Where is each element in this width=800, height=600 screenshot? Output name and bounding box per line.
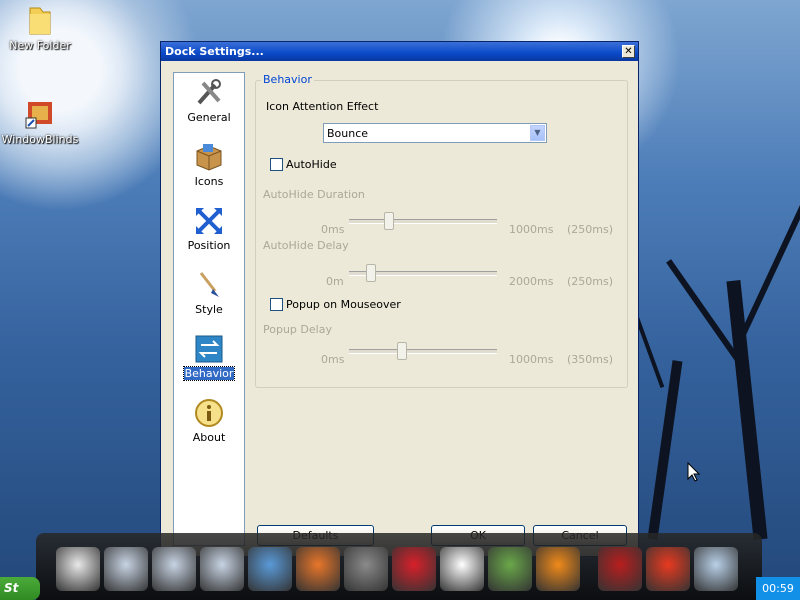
- vlc-icon[interactable]: [536, 547, 580, 591]
- flash-icon[interactable]: [598, 547, 642, 591]
- nav-item-label: Behavior: [182, 366, 236, 381]
- desktop-icon-windowblinds[interactable]: WindowBlinds: [0, 98, 80, 146]
- autohide-delay-value: (250ms): [567, 275, 614, 288]
- nav-item-position[interactable]: Position: [174, 205, 244, 252]
- taskbar-clock: 00:59: [756, 577, 800, 600]
- opera-icon[interactable]: [392, 547, 436, 591]
- autohide-label: AutoHide: [286, 158, 337, 171]
- nav-item-label: About: [192, 431, 226, 444]
- windowblinds-icon: [24, 98, 56, 130]
- mouse-cursor-icon: [687, 461, 701, 485]
- info-icon: [193, 397, 225, 429]
- nav-item-behavior[interactable]: Behavior: [174, 333, 244, 381]
- attention-effect-label: Icon Attention Effect: [266, 100, 379, 113]
- presentation-icon[interactable]: [56, 547, 100, 591]
- autohide-duration-value: (250ms): [567, 223, 614, 236]
- nav-item-label: Position: [187, 239, 231, 252]
- desktop-icon-label: WindowBlinds: [1, 133, 79, 146]
- nav-item-style[interactable]: Style: [174, 269, 244, 316]
- autohide-delay-min: 0m: [326, 275, 344, 288]
- chevron-down-icon[interactable]: ▼: [530, 125, 545, 141]
- folder-icon[interactable]: [152, 547, 196, 591]
- desktop-icon-new-folder[interactable]: New Folder: [0, 4, 80, 52]
- firefox-icon[interactable]: [296, 547, 340, 591]
- autohide-duration-max: 1000ms: [509, 223, 554, 236]
- arrows-icon: [193, 205, 225, 237]
- dialog-titlebar[interactable]: Dock Settings... ✕: [161, 42, 638, 61]
- dialog-title: Dock Settings...: [165, 45, 264, 58]
- close-button[interactable]: ✕: [622, 45, 635, 58]
- group-title: Behavior: [261, 73, 314, 87]
- autohide-duration-thumb[interactable]: [383, 212, 394, 230]
- popup-delay-label: Popup Delay: [263, 323, 332, 336]
- settings-nav: General Icons Position Style Behavior Ab…: [173, 72, 245, 546]
- desktop-icon-label: New Folder: [9, 39, 71, 52]
- popup-delay-value: (350ms): [567, 353, 614, 366]
- autohide-delay-max: 2000ms: [509, 275, 554, 288]
- messenger-icon[interactable]: [248, 547, 292, 591]
- behavior-icon: [193, 333, 225, 365]
- popup-delay-track: [349, 349, 497, 354]
- brush-icon: [193, 269, 225, 301]
- recycle-bin-icon[interactable]: [694, 547, 738, 591]
- popup-label: Popup on Mouseover: [286, 298, 401, 311]
- folder-icon: [24, 4, 56, 36]
- box-icon: [193, 141, 225, 173]
- tree-trunk: [647, 360, 683, 540]
- tree-branch: [740, 205, 800, 335]
- nav-item-about[interactable]: About: [174, 397, 244, 444]
- nav-item-icons[interactable]: Icons: [174, 141, 244, 188]
- tools-icon: [193, 77, 225, 109]
- popup-delay-thumb[interactable]: [397, 342, 408, 360]
- attention-effect-select[interactable]: Bounce ▼: [323, 123, 547, 143]
- autohide-duration-track: [349, 219, 497, 224]
- autohide-delay-label: AutoHide Delay: [263, 239, 349, 252]
- folder-icon[interactable]: [200, 547, 244, 591]
- popup-checkbox[interactable]: [270, 298, 283, 311]
- close-icon: ✕: [624, 46, 633, 57]
- nav-item-label: General: [187, 111, 231, 124]
- yandex-icon[interactable]: [440, 547, 484, 591]
- photo-icon[interactable]: [488, 547, 532, 591]
- dock-settings-dialog: Dock Settings... ✕ General Icons Positio…: [160, 41, 639, 557]
- autohide-duration-min: 0ms: [321, 223, 345, 236]
- nav-item-general[interactable]: General: [174, 77, 244, 124]
- start-button[interactable]: St: [0, 577, 40, 600]
- nav-item-label: Style: [195, 303, 223, 316]
- folder-icon[interactable]: [104, 547, 148, 591]
- attention-effect-value: Bounce: [327, 127, 369, 140]
- autohide-delay-thumb[interactable]: [366, 264, 377, 282]
- p-icon[interactable]: [646, 547, 690, 591]
- autohide-checkbox[interactable]: [270, 158, 283, 171]
- popup-delay-min: 0ms: [321, 353, 345, 366]
- popup-delay-max: 1000ms: [509, 353, 554, 366]
- controller-icon[interactable]: [344, 547, 388, 591]
- autohide-duration-label: AutoHide Duration: [263, 188, 365, 201]
- nav-item-label: Icons: [194, 175, 224, 188]
